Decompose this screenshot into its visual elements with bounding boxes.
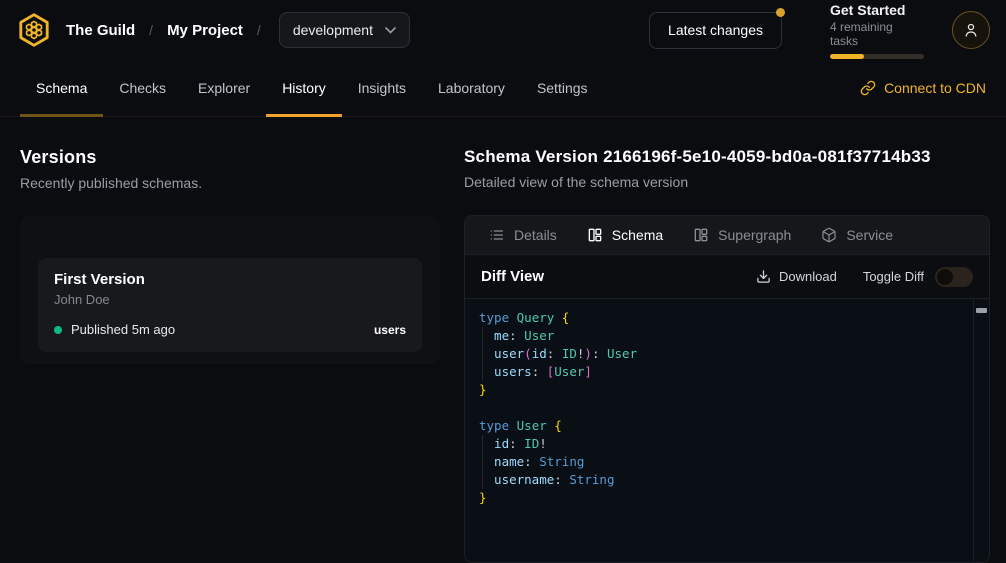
code-line: type User { [479, 417, 959, 435]
schema-view-tab-label: Service [846, 227, 893, 243]
download-icon [756, 269, 771, 284]
chevron-down-icon [385, 27, 396, 34]
indent-guide [482, 327, 483, 381]
schema-code-viewer[interactable]: type Query { me: User user(id: ID!): Use… [465, 299, 989, 562]
get-started-title: Get Started [830, 2, 924, 18]
toggle-diff-switch[interactable] [935, 267, 973, 287]
schema-view-tab-schema[interactable]: Schema [587, 227, 663, 243]
switch-knob [937, 269, 953, 285]
progress-fill [830, 54, 864, 59]
published-status-dot [54, 326, 62, 334]
nav-tab-laboratory[interactable]: Laboratory [422, 60, 521, 116]
version-status: Published 5m ago [71, 322, 175, 337]
get-started-subtitle: 4 remaining tasks [830, 20, 924, 48]
breadcrumb: The Guild / My Project / development [16, 12, 410, 48]
code-line [479, 399, 959, 417]
nav-tabs: SchemaChecksExplorerHistoryInsightsLabor… [20, 60, 604, 116]
nav-tab-explorer[interactable]: Explorer [182, 60, 266, 116]
schema-view-tab-label: Details [514, 227, 557, 243]
schema-view-tab-service[interactable]: Service [821, 227, 893, 243]
diff-toolbar: Diff View Download Toggle Diff [465, 255, 989, 299]
code-line: type Query { [479, 309, 959, 327]
code-block: type Query { me: User user(id: ID!): Use… [479, 309, 959, 507]
progress-bar [830, 54, 924, 59]
breadcrumb-org[interactable]: The Guild [66, 22, 135, 39]
nav-tab-settings[interactable]: Settings [521, 60, 604, 116]
schema-view-tab-details[interactable]: Details [489, 227, 557, 243]
code-line: users: [User] [479, 363, 959, 381]
code-line: } [479, 381, 959, 399]
nav-tab-insights[interactable]: Insights [342, 60, 422, 116]
diff-view-title: Diff View [481, 268, 544, 285]
link-icon [860, 80, 876, 96]
target-selector[interactable]: development [279, 12, 410, 48]
get-started-widget[interactable]: Get Started 4 remaining tasks [830, 2, 924, 59]
nav-tab-schema[interactable]: Schema [20, 60, 103, 116]
code-line: user(id: ID!): User [479, 345, 959, 363]
guild-hive-logo-icon[interactable] [16, 12, 52, 48]
scrollbar-thumb[interactable] [976, 308, 987, 313]
page-subtitle: Detailed view of the schema version [464, 174, 990, 190]
schema-view-tab-label: Supergraph [718, 227, 791, 243]
connect-to-cdn-label: Connect to CDN [884, 80, 986, 96]
toggle-diff-control: Toggle Diff [863, 267, 973, 287]
diff-actions: Download Toggle Diff [756, 267, 973, 287]
versions-panel: Versions Recently published schemas. Fir… [0, 117, 464, 563]
code-line: name: String [479, 453, 959, 471]
scrollbar-track [973, 299, 974, 562]
person-icon [962, 21, 980, 39]
nav-tab-history[interactable]: History [266, 60, 342, 116]
nav-tab-checks[interactable]: Checks [103, 60, 182, 116]
columns-icon [587, 227, 603, 243]
version-list: First Version John Doe Published 5m ago … [20, 216, 440, 364]
breadcrumb-project[interactable]: My Project [167, 22, 243, 39]
toggle-diff-label: Toggle Diff [863, 269, 924, 284]
latest-changes-button[interactable]: Latest changes [649, 12, 782, 49]
version-author: John Doe [54, 292, 406, 307]
versions-title: Versions [20, 147, 440, 168]
page-title: Schema Version 2166196f-5e10-4059-bd0a-0… [464, 147, 990, 167]
versions-subtitle: Recently published schemas. [20, 175, 440, 191]
columns-icon [693, 227, 709, 243]
version-name: First Version [54, 271, 406, 288]
schema-view-tab-label: Schema [612, 227, 663, 243]
schema-version-panel: Schema Version 2166196f-5e10-4059-bd0a-0… [464, 117, 1006, 563]
avatar[interactable] [952, 11, 990, 49]
header: The Guild / My Project / development Lat… [0, 0, 1006, 60]
list-icon [489, 227, 505, 243]
download-button[interactable]: Download [756, 269, 837, 284]
notification-dot [776, 8, 785, 17]
version-meta-row: Published 5m ago users [54, 322, 406, 337]
indent-guide [482, 435, 483, 489]
schema-view-tabs: Details Schema Supergraph Service [465, 216, 989, 255]
version-list-item[interactable]: First Version John Doe Published 5m ago … [38, 258, 422, 352]
main-nav: SchemaChecksExplorerHistoryInsightsLabor… [0, 60, 1006, 117]
schema-view-tab-supergraph[interactable]: Supergraph [693, 227, 791, 243]
breadcrumb-separator: / [149, 22, 153, 38]
code-line: } [479, 489, 959, 507]
breadcrumb-separator: / [257, 22, 261, 38]
cube-icon [821, 227, 837, 243]
app: The Guild / My Project / development Lat… [0, 0, 1006, 563]
header-actions: Latest changes Get Started 4 remaining t… [649, 2, 990, 59]
code-line: id: ID! [479, 435, 959, 453]
version-service-badge: users [374, 323, 406, 337]
code-line: me: User [479, 327, 959, 345]
target-selector-value: development [293, 22, 373, 38]
download-label: Download [779, 269, 837, 284]
main-content: Versions Recently published schemas. Fir… [0, 117, 1006, 563]
latest-changes-label: Latest changes [668, 22, 763, 38]
schema-version-card: Details Schema Supergraph Service Diff View… [464, 215, 990, 563]
code-line: username: String [479, 471, 959, 489]
connect-to-cdn-link[interactable]: Connect to CDN [860, 60, 986, 116]
